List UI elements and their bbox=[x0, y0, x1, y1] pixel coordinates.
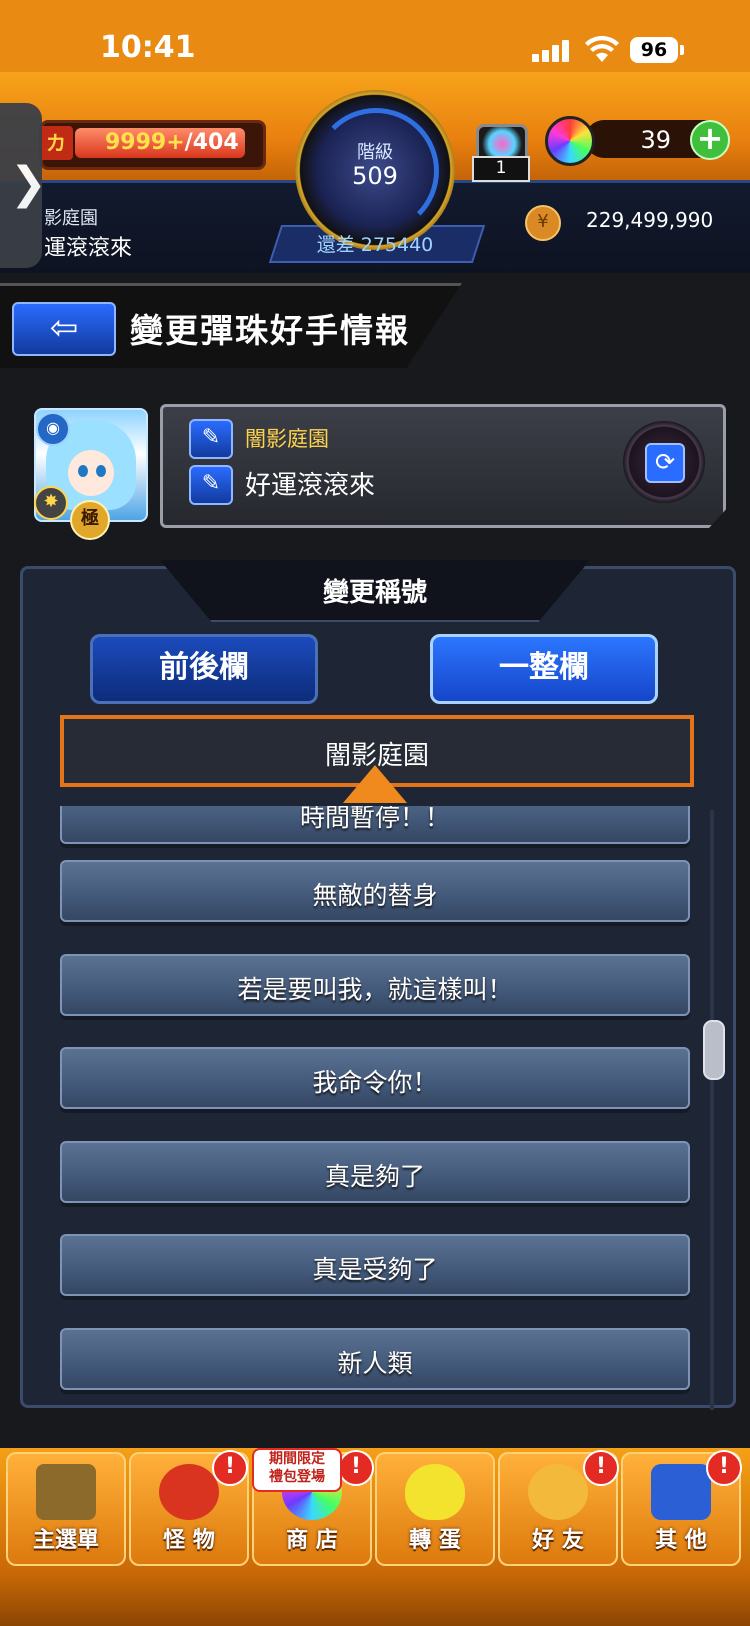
list-item[interactable]: 真是受夠了 bbox=[60, 1234, 690, 1296]
list-item[interactable]: 時間暫停！！ bbox=[60, 806, 690, 844]
nav-label: 其 他 bbox=[655, 1528, 707, 1553]
question-box-icon bbox=[651, 1464, 711, 1520]
coin-value: 229,499,990 bbox=[586, 208, 714, 232]
wifi-icon bbox=[585, 36, 619, 62]
avatar-eye bbox=[96, 465, 106, 477]
alert-badge: ! bbox=[212, 1450, 248, 1486]
pencil-icon: ✎ bbox=[201, 471, 221, 496]
orb-chest[interactable]: 1 bbox=[470, 112, 530, 182]
list-item[interactable]: 我命令你！ bbox=[60, 1047, 690, 1109]
cellular-signal-icon bbox=[532, 40, 570, 62]
list-item-label: 我命令你！ bbox=[312, 1068, 438, 1097]
avatar-eye bbox=[78, 465, 88, 477]
page-title: 變更彈珠好手情報 bbox=[130, 311, 410, 350]
nav-label: 怪 物 bbox=[163, 1528, 215, 1553]
profile-info-box: ✎ 闇影庭園 ✎ 好運滾滾來 ⟳ bbox=[160, 404, 726, 528]
list-item[interactable]: 無敵的替身 bbox=[60, 860, 690, 922]
rank-value: 509 bbox=[352, 162, 398, 190]
list-item-label: 真是受夠了 bbox=[312, 1255, 438, 1284]
orb-icon bbox=[545, 116, 595, 166]
status-bar: 10:41 96 bbox=[0, 0, 750, 80]
refresh-icon: ⟳ bbox=[645, 443, 685, 483]
orb-count: 39 bbox=[640, 126, 671, 154]
title-bar: ⇦ 變更彈珠好手情報 bbox=[0, 283, 462, 368]
pencil-icon: ✎ bbox=[201, 425, 221, 450]
edit-title-button[interactable]: ✎ bbox=[189, 419, 233, 459]
profile-title: 闇影庭園 bbox=[245, 427, 329, 451]
change-avatar-button[interactable]: ⟳ bbox=[623, 421, 705, 503]
list-item-label: 無敵的替身 bbox=[312, 881, 438, 910]
scrollbar-track[interactable] bbox=[710, 810, 714, 1410]
add-orb-button[interactable]: + bbox=[690, 120, 730, 160]
side-drawer-tab[interactable]: ❯ bbox=[0, 103, 47, 268]
egg-icon bbox=[405, 1464, 465, 1520]
header-user-title: 影庭園 bbox=[44, 208, 98, 229]
element-water-icon: ◉ bbox=[36, 412, 70, 446]
list-item-label: 真是夠了 bbox=[324, 1162, 425, 1191]
list-item-label: 新人類 bbox=[337, 1349, 413, 1378]
list-item[interactable]: 若是要叫我，就這樣叫！ bbox=[60, 954, 690, 1016]
battery-indicator: 96 bbox=[630, 37, 684, 63]
stamina-icon: カ bbox=[39, 126, 73, 160]
clock: 10:41 bbox=[100, 30, 196, 65]
alert-badge: ! bbox=[338, 1450, 374, 1486]
nav-label: 轉 蛋 bbox=[409, 1528, 461, 1553]
rarity-badge: 極 bbox=[70, 500, 110, 540]
gate-icon bbox=[36, 1464, 96, 1520]
nav-gacha[interactable]: 轉 蛋 bbox=[375, 1452, 495, 1566]
back-arrow-icon: ⇦ bbox=[49, 308, 79, 348]
stamina-max: /404 bbox=[184, 130, 239, 155]
back-button[interactable]: ⇦ bbox=[12, 302, 116, 356]
stamina-text: 9999+/404 bbox=[105, 130, 239, 155]
alert-badge: ! bbox=[706, 1450, 742, 1486]
avatar-face bbox=[68, 450, 114, 496]
alert-badge: ! bbox=[583, 1450, 619, 1486]
rank-badge[interactable]: 階級 509 bbox=[295, 90, 455, 250]
panel-heading: 變更稱號 bbox=[322, 578, 427, 608]
title-list[interactable]: 時間暫停！！ 無敵的替身 若是要叫我，就這樣叫！ 我命令你！ 真是夠了 真是受夠… bbox=[60, 806, 690, 1426]
list-item[interactable]: 新人類 bbox=[60, 1328, 690, 1390]
list-item[interactable]: 真是夠了 bbox=[60, 1141, 690, 1203]
nav-label: 主選單 bbox=[32, 1528, 99, 1553]
monster-icon bbox=[159, 1464, 219, 1520]
element-light-icon: ✸ bbox=[34, 486, 68, 520]
coin-icon: ¥ bbox=[525, 205, 561, 241]
profile-name: 好運滾滾來 bbox=[245, 471, 376, 501]
chest-count: 1 bbox=[472, 156, 530, 182]
promo-line-2: 禮包登場 bbox=[269, 1469, 325, 1485]
promo-line-1: 期間限定 bbox=[269, 1451, 325, 1467]
nav-label: 好 友 bbox=[532, 1528, 584, 1553]
list-item-label: 若是要叫我，就這樣叫！ bbox=[237, 975, 513, 1004]
chevron-right-icon: ❯ bbox=[10, 158, 47, 209]
promo-label[interactable]: 期間限定 禮包登場 bbox=[252, 1448, 342, 1492]
panel-header: 變更稱號 bbox=[160, 560, 590, 622]
tab-full-row[interactable]: 一整欄 bbox=[430, 634, 658, 704]
tab-front-back[interactable]: 前後欄 bbox=[90, 634, 318, 704]
rank-label: 階級 bbox=[357, 142, 393, 163]
edit-name-button[interactable]: ✎ bbox=[189, 465, 233, 505]
stamina-meter[interactable]: カ 9999+/404 bbox=[39, 120, 266, 170]
pointer-arrow-icon bbox=[343, 765, 407, 803]
nav-main-menu[interactable]: 主選單 bbox=[6, 1452, 126, 1566]
scrollbar-thumb[interactable] bbox=[703, 1020, 725, 1080]
friends-icon bbox=[528, 1464, 588, 1520]
nav-label: 商 店 bbox=[286, 1528, 338, 1553]
stamina-current: 9999+ bbox=[105, 130, 185, 155]
rank-diff-text: 還差 275440 bbox=[316, 234, 434, 256]
header-user-name: 運滾滾來 bbox=[44, 236, 133, 261]
list-item-label: 時間暫停！！ bbox=[299, 806, 450, 832]
